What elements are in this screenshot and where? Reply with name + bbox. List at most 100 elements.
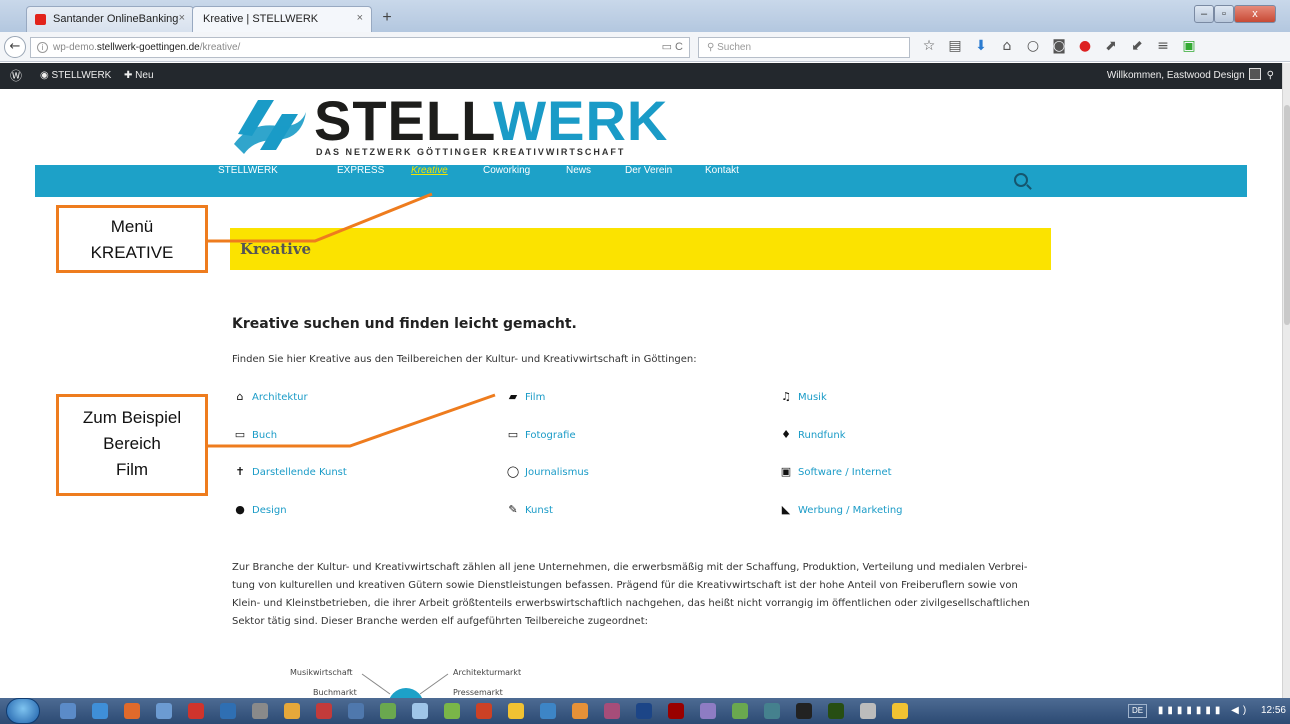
category-link-architektur[interactable]: ⌂ Architektur: [232, 389, 308, 405]
app-icon[interactable]: [732, 703, 748, 719]
nav-item-stellwerk[interactable]: STELLWERK: [218, 165, 278, 197]
search-icon[interactable]: ⚲: [1267, 70, 1274, 81]
speech-bubble-icon: ◯: [506, 465, 520, 478]
address-bar[interactable]: i wp-demo.stellwerk-goettingen.de/kreati…: [30, 37, 690, 58]
tray-icons[interactable]: ▮▮▮▮▮▮▮ ◀): [1158, 705, 1250, 716]
app-icon[interactable]: [252, 703, 268, 719]
app-icon[interactable]: [348, 703, 364, 719]
nav-item-der-verein[interactable]: Der Verein: [625, 165, 672, 197]
app-icon[interactable]: [764, 703, 780, 719]
search-bar[interactable]: ⚲ Suchen: [698, 37, 910, 58]
start-button[interactable]: [6, 698, 40, 724]
scrollbar-thumb[interactable]: [1284, 105, 1290, 325]
system-tray: DE ▮▮▮▮▮▮▮ ◀) 12:56: [1127, 698, 1286, 724]
home-icon: ⌂: [236, 390, 244, 403]
new-tab-button[interactable]: +: [376, 9, 398, 27]
category-link-kunst[interactable]: ✎ Kunst: [505, 502, 552, 518]
app-icon[interactable]: [540, 703, 556, 719]
category-link-journalismus[interactable]: ◯ Journalismus: [505, 464, 589, 480]
category-link-buch[interactable]: ▭ Buch: [232, 427, 277, 443]
app-icon[interactable]: [188, 703, 204, 719]
diagram-label: Architekturmarkt: [453, 668, 522, 677]
category-link-rundfunk[interactable]: ♦ Rundfunk: [778, 427, 845, 443]
maximize-button[interactable]: ▫: [1214, 5, 1234, 23]
admin-new-link[interactable]: ✚ Neu: [124, 63, 154, 89]
admin-account-link[interactable]: Willkommen, Eastwood Design ⚲: [1107, 63, 1274, 89]
app-icon[interactable]: [860, 703, 876, 719]
tab-label: Santander OnlineBanking: [53, 13, 179, 25]
nav-item-express[interactable]: EXPRESS: [337, 165, 384, 197]
category-link-fotografie[interactable]: ▭ Fotografie: [505, 427, 576, 443]
nav-item-coworking[interactable]: Coworking: [483, 165, 530, 197]
app-icon[interactable]: [668, 703, 684, 719]
app-icon[interactable]: [412, 703, 428, 719]
chat-icon[interactable]: ○: [1022, 38, 1044, 54]
site-logo[interactable]: STELLWERK DAS NETZWERK GÖTTINGER KREATIV…: [230, 89, 670, 162]
minimize-button[interactable]: –: [1194, 5, 1214, 23]
logo-wordmark: STELLWERK: [314, 89, 669, 152]
app-icon[interactable]: [700, 703, 716, 719]
nav-item-kreative[interactable]: Kreative: [411, 165, 448, 197]
home-icon[interactable]: ⌂: [996, 38, 1018, 54]
book-icon: ▭: [234, 428, 246, 441]
megaphone-icon: ◣: [781, 503, 791, 516]
section-heading: Kreative suchen und finden leicht gemach…: [232, 316, 577, 332]
intro-text: Finden Sie hier Kreative aus den Teilber…: [232, 354, 697, 365]
app-icon[interactable]: [444, 703, 460, 719]
app-icon[interactable]: [476, 703, 492, 719]
app-icon[interactable]: [508, 703, 524, 719]
clock[interactable]: 12:56: [1261, 705, 1286, 716]
info-icon[interactable]: i: [37, 42, 48, 53]
avatar: [1248, 68, 1261, 80]
ie-icon[interactable]: [92, 703, 108, 719]
tab-santander[interactable]: Santander OnlineBanking ×: [26, 6, 194, 32]
close-window-button[interactable]: x: [1234, 5, 1276, 23]
reading-list-icon[interactable]: ▤: [944, 38, 966, 54]
category-link-musik[interactable]: ♫ Musik: [778, 389, 827, 405]
adblock-icon[interactable]: ●: [1074, 38, 1096, 54]
nav-item-news[interactable]: News: [566, 165, 591, 197]
admin-site-link[interactable]: ◉ STELLWERK: [40, 63, 111, 89]
search-icon[interactable]: [1014, 173, 1028, 187]
app-icon[interactable]: [604, 703, 620, 719]
extension-icon[interactable]: ⬈: [1100, 38, 1122, 54]
download-icon[interactable]: ⬇: [970, 38, 992, 54]
category-link-software-internet[interactable]: ▣ Software / Internet: [778, 464, 892, 480]
santander-favicon-icon: [35, 14, 46, 25]
page-scrollbar[interactable]: [1282, 63, 1290, 698]
music-icon: ♫: [781, 390, 791, 403]
menu-icon[interactable]: ≡: [1152, 38, 1174, 54]
app-icon[interactable]: [636, 703, 652, 719]
nav-item-kontakt[interactable]: Kontakt: [705, 165, 739, 197]
url-path: /kreative/: [199, 42, 241, 53]
search-placeholder: Suchen: [717, 42, 752, 53]
tab-close-icon[interactable]: ×: [357, 12, 363, 24]
back-button[interactable]: ←: [4, 36, 26, 58]
app-icon[interactable]: [316, 703, 332, 719]
firefox-icon[interactable]: [124, 703, 140, 719]
wordpress-logo-icon[interactable]: Ⓦ: [10, 63, 22, 89]
category-link-film[interactable]: ▰ Film: [505, 389, 546, 405]
app-icon[interactable]: [380, 703, 396, 719]
explorer-icon[interactable]: [60, 703, 76, 719]
tools-icon[interactable]: ⬋: [1126, 38, 1148, 54]
app-icon[interactable]: [796, 703, 812, 719]
browser-nav-bar: ← i wp-demo.stellwerk-goettingen.de/krea…: [0, 32, 1290, 62]
language-indicator[interactable]: DE: [1127, 704, 1148, 718]
tab-close-icon[interactable]: ×: [179, 12, 185, 24]
bookmark-star-icon[interactable]: ☆: [918, 38, 940, 54]
category-link-darstellende-kunst[interactable]: ✝ Darstellende Kunst: [232, 464, 346, 480]
reader-reload-icon[interactable]: ▭ C: [662, 38, 683, 57]
body-paragraph: Zur Branche der Kultur- und Kreativwirts…: [232, 562, 1030, 627]
app-icon[interactable]: [892, 703, 908, 719]
addon-icon[interactable]: ▣: [1178, 38, 1200, 54]
app-icon[interactable]: [220, 703, 236, 719]
category-link-design[interactable]: ● Design: [232, 502, 286, 518]
app-icon[interactable]: [156, 703, 172, 719]
app-icon[interactable]: [828, 703, 844, 719]
pocket-icon[interactable]: ◙: [1048, 38, 1070, 54]
category-link-werbung-marketing[interactable]: ◣ Werbung / Marketing: [778, 502, 903, 518]
app-icon[interactable]: [572, 703, 588, 719]
tab-kreative-stellwerk[interactable]: Kreative | STELLWERK ×: [192, 6, 372, 32]
app-icon[interactable]: [284, 703, 300, 719]
